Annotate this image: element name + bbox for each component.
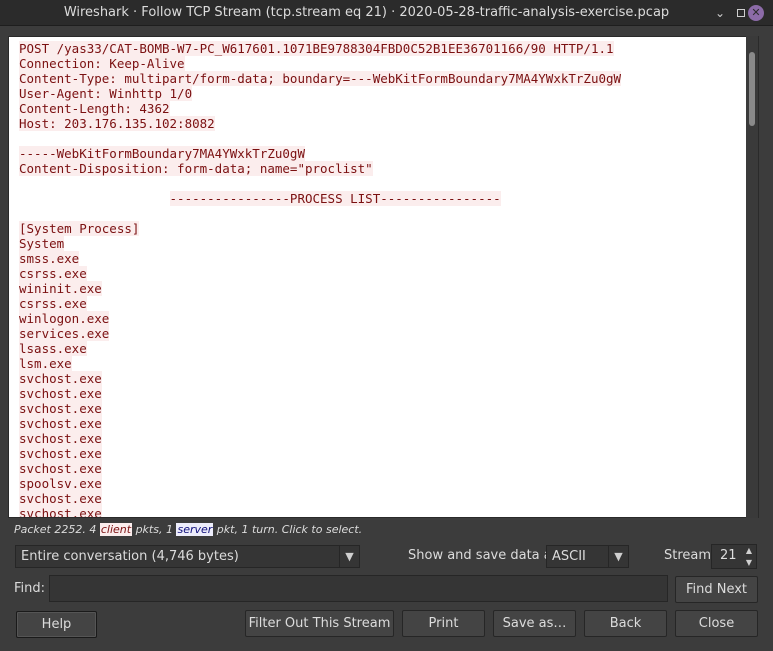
stream-line[interactable]: svchost.exe	[19, 416, 621, 431]
client-text-run: User-Agent: Winhttp 1/0	[19, 86, 193, 101]
window-titlebar: Wireshark · Follow TCP Stream (tcp.strea…	[0, 0, 773, 26]
maximize-icon[interactable]	[733, 5, 749, 21]
client-text-run: svchost.exe	[19, 491, 102, 506]
client-text-run: Host: 203.176.135.102:8082	[19, 116, 215, 131]
find-input[interactable]	[49, 575, 668, 602]
client-text-run: winlogon.exe	[19, 311, 110, 326]
stream-content-pane[interactable]: POST /yas33/CAT-BOMB-W7-PC_W617601.1071B…	[8, 36, 759, 518]
client-text-run: lsass.exe	[19, 341, 87, 356]
client-text-run: ----------------PROCESS LIST------------…	[169, 191, 501, 206]
client-text-run: svchost.exe	[19, 506, 102, 517]
client-text-run: System	[19, 236, 65, 251]
close-window-icon[interactable]: ✕	[748, 5, 764, 21]
stream-line[interactable]: wininit.exe	[19, 281, 621, 296]
minimize-icon[interactable]: ⌄	[712, 5, 728, 21]
stream-line[interactable]: Content-Type: multipart/form-data; bound…	[19, 71, 622, 86]
stream-line[interactable]	[19, 131, 621, 146]
client-text-run: csrss.exe	[19, 266, 87, 281]
stream-line[interactable]: csrss.exe	[19, 266, 621, 281]
client-text-run: services.exe	[19, 326, 110, 341]
help-button[interactable]: Help	[16, 611, 97, 638]
save-as-button[interactable]: Save as…	[493, 610, 576, 637]
data-format-value: ASCII	[552, 549, 586, 564]
conversation-select-value: Entire conversation (4,746 bytes)	[21, 549, 239, 564]
packet-info-middle: pkts, 1	[132, 523, 177, 536]
packet-info-prefix: Packet 2252. 4	[14, 523, 100, 536]
stream-line[interactable]: Content-Disposition: form-data; name="pr…	[19, 161, 621, 176]
client-text-run: Content-Disposition: form-data; name="pr…	[19, 161, 373, 176]
scrollbar-thumb[interactable]	[749, 52, 755, 126]
stream-line[interactable]: POST /yas33/CAT-BOMB-W7-PC_W617601.1071B…	[19, 41, 621, 56]
stream-line[interactable]: svchost.exe	[19, 431, 621, 446]
stream-line[interactable]: lsm.exe	[19, 356, 621, 371]
increment-icon[interactable]: ▲	[742, 545, 756, 556]
stream-line[interactable]: smss.exe	[19, 251, 621, 266]
show-save-label: Show and save data as	[408, 548, 559, 563]
stream-scrollbar[interactable]	[746, 36, 758, 518]
data-format-select[interactable]: ASCII ▼	[546, 545, 629, 568]
chevron-down-icon: ▼	[608, 546, 628, 567]
stream-line[interactable]: svchost.exe	[19, 401, 621, 416]
stream-line[interactable]: lsass.exe	[19, 341, 621, 356]
stream-line[interactable]: User-Agent: Winhttp 1/0	[19, 86, 621, 101]
client-text-run: lsm.exe	[19, 356, 72, 371]
chevron-down-icon: ▼	[339, 546, 359, 567]
stream-line[interactable]: svchost.exe	[19, 446, 621, 461]
stream-line[interactable]: svchost.exe	[19, 371, 621, 386]
client-text-run: POST /yas33/CAT-BOMB-W7-PC_W617601.1071B…	[19, 41, 614, 56]
filter-out-stream-button[interactable]: Filter Out This Stream	[245, 610, 394, 637]
client-text-run: svchost.exe	[19, 446, 102, 461]
client-text-run: -----WebKitFormBoundary7MA4YWxkTrZu0gW	[19, 146, 305, 161]
stream-line[interactable]: Content-Length: 4362	[19, 101, 621, 116]
client-text-run: svchost.exe	[19, 431, 102, 446]
find-next-button[interactable]: Find Next	[675, 576, 758, 603]
client-text-run: [System Process]	[19, 221, 140, 236]
client-text-run: csrss.exe	[19, 296, 87, 311]
client-text-run: svchost.exe	[19, 386, 102, 401]
stream-line[interactable]: spoolsv.exe	[19, 476, 621, 491]
stream-text[interactable]: POST /yas33/CAT-BOMB-W7-PC_W617601.1071B…	[19, 41, 622, 517]
client-text-run: spoolsv.exe	[19, 476, 102, 491]
packet-info-text[interactable]: Packet 2252. 4 client pkts, 1 server pkt…	[14, 522, 362, 538]
stream-line[interactable]: csrss.exe	[19, 296, 621, 311]
back-button[interactable]: Back	[584, 610, 667, 637]
stream-number-spinner[interactable]: 21 ▲ ▼	[711, 544, 757, 569]
stream-line[interactable]: ----------------PROCESS LIST------------…	[19, 191, 621, 206]
client-text-run: svchost.exe	[19, 416, 102, 431]
conversation-select[interactable]: Entire conversation (4,746 bytes) ▼	[15, 545, 360, 568]
find-label: Find:	[14, 581, 46, 596]
client-text-run: svchost.exe	[19, 401, 102, 416]
stream-label: Stream	[664, 548, 712, 563]
client-text-run: Connection: Keep-Alive	[19, 56, 185, 71]
stream-line[interactable]: services.exe	[19, 326, 621, 341]
stream-line[interactable]: Host: 203.176.135.102:8082	[19, 116, 621, 131]
client-text-run: Content-Length: 4362	[19, 101, 170, 116]
window-title: Wireshark · Follow TCP Stream (tcp.strea…	[63, 5, 670, 20]
stream-line[interactable]: svchost.exe	[19, 491, 621, 506]
client-text-run: Content-Type: multipart/form-data; bound…	[19, 71, 622, 86]
decrement-icon[interactable]: ▼	[742, 557, 756, 568]
client-text-run: smss.exe	[19, 251, 80, 266]
stream-line[interactable]	[19, 206, 621, 221]
stream-line[interactable]	[19, 176, 621, 191]
client-text-run: svchost.exe	[19, 461, 102, 476]
print-button[interactable]: Print	[402, 610, 485, 637]
stream-line[interactable]: System	[19, 236, 621, 251]
close-button[interactable]: Close	[675, 610, 758, 637]
stream-line[interactable]: svchost.exe	[19, 461, 621, 476]
stream-line[interactable]: [System Process]	[19, 221, 621, 236]
stream-line[interactable]: winlogon.exe	[19, 311, 621, 326]
client-label: client	[99, 523, 133, 536]
client-text-run: svchost.exe	[19, 371, 102, 386]
stream-line[interactable]: svchost.exe	[19, 506, 621, 517]
stream-line[interactable]: -----WebKitFormBoundary7MA4YWxkTrZu0gW	[19, 146, 621, 161]
stream-number-value: 21	[720, 548, 737, 563]
stream-line[interactable]: Connection: Keep-Alive	[19, 56, 621, 71]
server-label: server	[176, 523, 214, 536]
packet-info-suffix: pkt, 1 turn. Click to select.	[213, 523, 363, 536]
stream-line[interactable]: svchost.exe	[19, 386, 621, 401]
client-text-run: wininit.exe	[19, 281, 102, 296]
